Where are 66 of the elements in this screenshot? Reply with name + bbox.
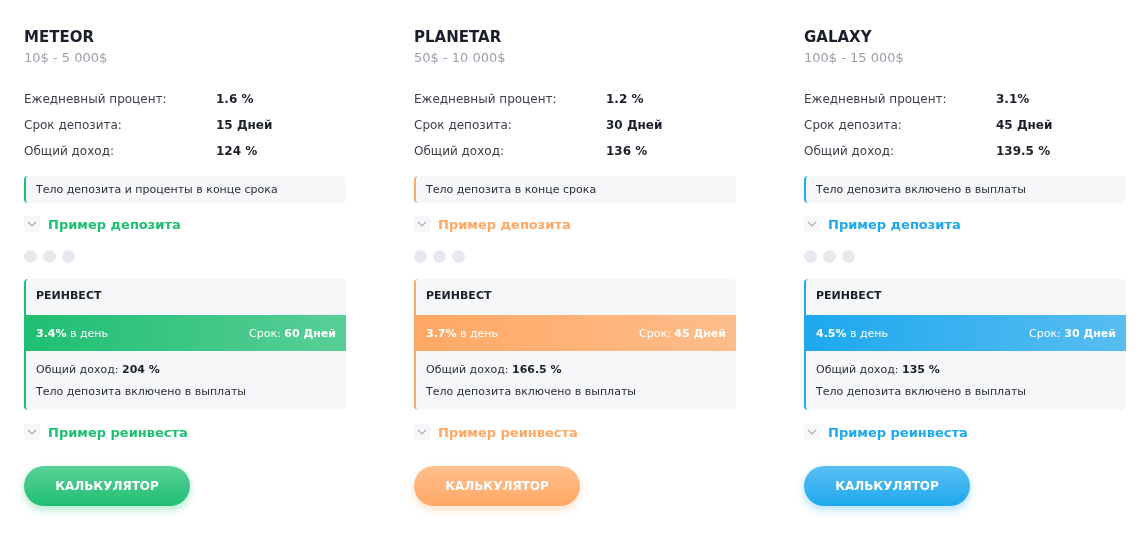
reinvest-example-link[interactable]: Пример реинвеста <box>438 424 578 440</box>
chevron-down-icon[interactable] <box>414 216 430 232</box>
stat-label: Срок депозита: <box>414 118 513 132</box>
chevron-down-icon[interactable] <box>804 424 820 440</box>
deposit-example-link[interactable]: Пример депозита <box>48 216 181 232</box>
reinvest-note: Тело депозита включено в выплаты <box>425 385 637 398</box>
plan-note: Тело депозита в конце срока <box>414 176 736 203</box>
plan-name: PLANETAR <box>414 27 503 48</box>
pager-dot[interactable] <box>842 250 855 263</box>
pager-dot[interactable] <box>804 250 817 263</box>
reinvest-income: Общий доход: 166.5 % <box>425 363 563 376</box>
pager-dot[interactable] <box>414 250 427 263</box>
reinvest-title: РЕИНВЕСТ <box>425 288 493 304</box>
chevron-down-icon[interactable] <box>414 424 430 440</box>
stat-value: 1.2 % <box>606 92 645 106</box>
reinvest-term: Срок: 45 Дней <box>639 326 726 340</box>
stat-label: Срок депозита: <box>804 118 903 132</box>
reinvest-note: Тело депозита включено в выплаты <box>35 385 247 398</box>
calculator-button[interactable]: КАЛЬКУЛЯТОР <box>804 466 970 506</box>
pager-dot[interactable] <box>433 250 446 263</box>
stat-value: 1.6 % <box>216 92 255 106</box>
chevron-down-icon[interactable] <box>24 216 40 232</box>
pager-dot[interactable] <box>62 250 75 263</box>
deposit-example-link[interactable]: Пример депозита <box>438 216 571 232</box>
chevron-down-icon[interactable] <box>804 216 820 232</box>
stat-label: Ежедневный процент: <box>804 92 948 106</box>
reinvest-term: Срок: 60 Дней <box>249 326 336 340</box>
stat-value: 124 % <box>216 144 259 158</box>
stat-value: 139.5 % <box>996 144 1052 158</box>
reinvest-rate: 3.4% в день <box>36 326 109 340</box>
stat-label: Общий доход: <box>804 144 895 158</box>
stat-label: Общий доход: <box>24 144 115 158</box>
reinvest-title: РЕИНВЕСТ <box>815 288 883 304</box>
reinvest-income: Общий доход: 135 % <box>815 363 941 376</box>
plan-range: 10$ - 5 000$ <box>24 50 109 67</box>
reinvest-title: РЕИНВЕСТ <box>35 288 103 304</box>
reinvest-example-link[interactable]: Пример реинвеста <box>48 424 188 440</box>
pager-dot[interactable] <box>43 250 56 263</box>
pager-dot[interactable] <box>823 250 836 263</box>
stat-value: 3.1% <box>996 92 1031 106</box>
stat-label: Общий доход: <box>414 144 505 158</box>
stat-label: Ежедневный процент: <box>414 92 558 106</box>
reinvest-rate: 3.7% в день <box>426 326 499 340</box>
stat-label: Срок депозита: <box>24 118 123 132</box>
reinvest-rate: 4.5% в день <box>816 326 889 340</box>
stat-value: 136 % <box>606 144 649 158</box>
plan-note: Тело депозита включено в выплаты <box>804 176 1126 203</box>
stat-value: 45 Дней <box>996 118 1054 132</box>
plan-range: 50$ - 10 000$ <box>414 50 507 67</box>
calculator-button[interactable]: КАЛЬКУЛЯТОР <box>24 466 190 506</box>
calculator-button[interactable]: КАЛЬКУЛЯТОР <box>414 466 580 506</box>
plan-name: METEOR <box>24 27 95 48</box>
stat-value: 30 Дней <box>606 118 664 132</box>
plan-range: 100$ - 15 000$ <box>804 50 905 67</box>
pager-dot[interactable] <box>24 250 37 263</box>
reinvest-term: Срок: 30 Дней <box>1029 326 1116 340</box>
chevron-down-icon[interactable] <box>24 424 40 440</box>
pager-dot[interactable] <box>452 250 465 263</box>
plan-note: Тело депозита и проценты в конце срока <box>24 176 346 203</box>
stat-value: 15 Дней <box>216 118 274 132</box>
deposit-example-link[interactable]: Пример депозита <box>828 216 961 232</box>
reinvest-example-link[interactable]: Пример реинвеста <box>828 424 968 440</box>
stat-label: Ежедневный процент: <box>24 92 168 106</box>
plan-name: GALAXY <box>804 27 873 48</box>
reinvest-note: Тело депозита включено в выплаты <box>815 385 1027 398</box>
reinvest-income: Общий доход: 204 % <box>35 363 161 376</box>
